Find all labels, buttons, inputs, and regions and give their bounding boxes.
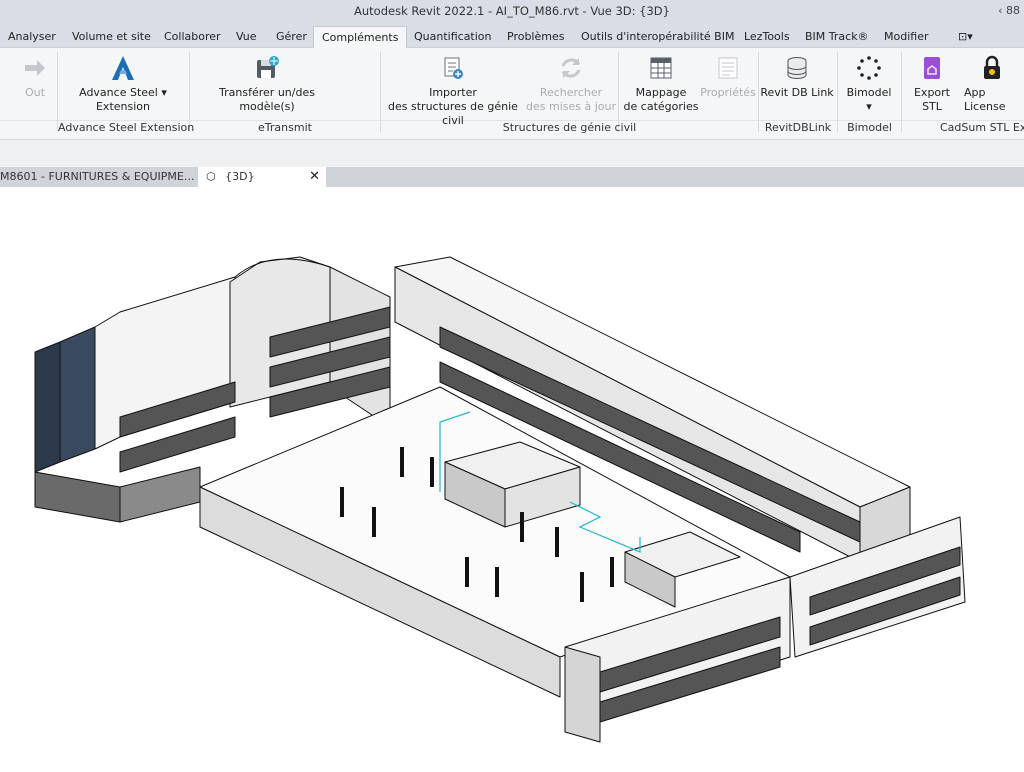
tab-leztools[interactable]: LezTools [744, 30, 790, 43]
tab-quantification[interactable]: Quantification [414, 30, 492, 43]
export-stl-label: Export STL [913, 86, 950, 113]
tab-modifier[interactable]: Modifier [884, 30, 928, 43]
properties-icon [718, 57, 738, 79]
export-stl-icon [924, 57, 940, 79]
tab-analyser[interactable]: Analyser [8, 30, 56, 43]
separator [901, 52, 902, 132]
importer-structures-button[interactable]: Importer des structures de génie civil [382, 54, 524, 128]
panel-label-bimodel: Bimodel [847, 121, 892, 134]
database-icon [787, 57, 807, 80]
window-title: Autodesk Revit 2022.1 - AI_TO_M86.rvt - … [354, 4, 670, 18]
out-label: Out [25, 86, 45, 99]
separator [189, 52, 190, 132]
view-tab-bar: M8601 - FURNITURES & EQUIPME... ⬡ {3D} ✕ [0, 167, 1024, 187]
app-license-button[interactable]: App License [962, 54, 1024, 114]
proprietes-label: Propriétés [700, 86, 756, 99]
chevron-down-icon: ▾ [866, 100, 872, 113]
bimodel-dots-icon [857, 56, 881, 80]
title-right-tools[interactable]: ‹ 88 [998, 4, 1020, 17]
proprietes-button[interactable]: Propriétés [700, 54, 756, 100]
ribbon-tab-bar: Analyser Volume et site Collaborer Vue G… [0, 26, 1024, 49]
lock-icon [984, 55, 1000, 79]
out-button[interactable]: Out [14, 54, 56, 100]
separator [380, 52, 381, 132]
close-icon[interactable]: ✕ [309, 169, 320, 184]
panel-label-structures: Structures de génie civil [502, 121, 637, 134]
separator [837, 52, 838, 132]
tab-problemes[interactable]: Problèmes [507, 30, 564, 43]
mappage-label-2: de catégories [623, 100, 699, 113]
refresh-icon [561, 58, 581, 78]
tab-vue[interactable]: Vue [236, 30, 257, 43]
tab-complements[interactable]: Compléments [313, 26, 408, 49]
app-license-label: App License [964, 86, 1006, 113]
tab-collaborer[interactable]: Collaborer [164, 30, 221, 43]
transferer-modeles-button[interactable]: Transférer un/des modèle(s) [192, 54, 342, 114]
arrow-right-icon [25, 60, 45, 76]
separator [618, 52, 619, 132]
tab-volume-et-site[interactable]: Volume et site [72, 30, 151, 43]
tab-outils-interoperabilite[interactable]: Outils d'interopérabilité BIM [581, 30, 734, 43]
view-tab-3d[interactable]: ⬡ {3D} ✕ [198, 167, 326, 187]
rechercher-label-1: Rechercher [539, 86, 603, 99]
mappage-categories-button[interactable]: Mappage de catégories [622, 54, 700, 114]
view-canvas-3d[interactable] [0, 187, 1024, 772]
panel-label-revitdblink: RevitDBLink [764, 121, 832, 134]
category-mapping-icon [650, 57, 672, 79]
tab-gerer[interactable]: Gérer [276, 30, 307, 43]
panel-label-advance-steel: Advance Steel Extension [58, 121, 195, 134]
transferer-label: Transférer un/des modèle(s) [219, 86, 315, 113]
bimodel-button[interactable]: Bimodel ▾ [840, 54, 898, 114]
building-3d-model[interactable] [0, 187, 1024, 772]
bimodel-label: Bimodel [846, 86, 892, 99]
separator [758, 52, 759, 132]
revit-db-link-label: Revit DB Link [760, 86, 834, 99]
tab-bim-track[interactable]: BIM Track® [805, 30, 869, 43]
advance-steel-label-2: Extension [95, 100, 150, 113]
ribbon-panel: Out Advance Steel ▾ Extension Transférer… [0, 48, 1024, 140]
export-stl-button[interactable]: Export STL [903, 54, 961, 114]
view-tab-3d-label: {3D} [225, 170, 255, 183]
floppy-globe-icon [257, 56, 279, 78]
rechercher-mises-a-jour-button[interactable]: Rechercher des mises à jour [526, 54, 616, 114]
rechercher-label-2: des mises à jour [526, 100, 616, 113]
mappage-label-1: Mappage [635, 86, 687, 99]
advance-steel-icon [112, 56, 134, 80]
advance-steel-button[interactable]: Advance Steel ▾ Extension [60, 54, 186, 114]
cube-3d-icon: ⬡ [206, 170, 216, 183]
view-tab-furnitures-label: M8601 - FURNITURES & EQUIPME... [0, 170, 195, 183]
title-bar: Autodesk Revit 2022.1 - AI_TO_M86.rvt - … [0, 0, 1024, 26]
advance-steel-label-1: Advance Steel [79, 86, 158, 99]
chevron-down-icon: ▾ [157, 86, 167, 99]
tab-overflow-menu[interactable]: ⊡▾ [958, 30, 973, 43]
separator [57, 52, 58, 132]
importer-label-1: Importer [429, 86, 477, 99]
view-tab-furnitures[interactable]: M8601 - FURNITURES & EQUIPME... [0, 167, 196, 187]
panel-label-cadsum: CadSum STL Exp [940, 121, 1024, 134]
ribbon-gap [0, 140, 1024, 167]
revit-db-link-button[interactable]: Revit DB Link [760, 54, 834, 100]
import-structures-icon [444, 57, 463, 79]
panel-label-etransmit: eTransmit [258, 121, 312, 134]
